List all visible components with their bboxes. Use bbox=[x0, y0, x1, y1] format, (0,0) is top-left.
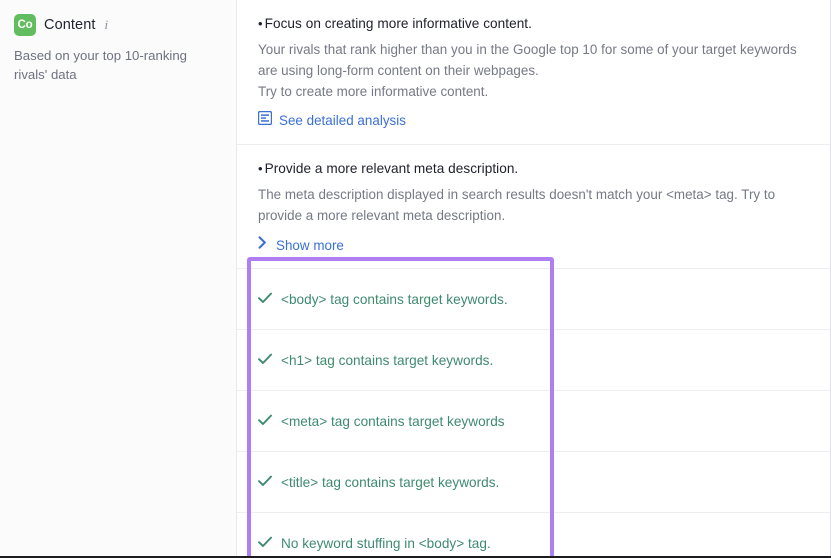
check-label: <h1> tag contains target keywords. bbox=[281, 353, 493, 368]
category-badge: Co bbox=[14, 14, 36, 36]
check-icon bbox=[258, 353, 272, 368]
chevron-right-icon bbox=[258, 236, 267, 254]
issue-description: Your rivals that rank higher than you in… bbox=[258, 39, 808, 102]
issue-description-line-1: The meta description displayed in search… bbox=[258, 187, 775, 223]
passed-checks-list: <body> tag contains target keywords. <h1… bbox=[237, 269, 830, 558]
issue-title-text: Focus on creating more informative conte… bbox=[265, 16, 532, 31]
check-row[interactable]: <h1> tag contains target keywords. bbox=[237, 330, 830, 391]
category-subtitle: Based on your top 10-ranking rivals' dat… bbox=[14, 46, 219, 84]
see-detailed-analysis-label: See detailed analysis bbox=[279, 113, 406, 128]
issue-description: The meta description displayed in search… bbox=[258, 184, 808, 226]
check-row[interactable]: <title> tag contains target keywords. bbox=[237, 452, 830, 513]
category-sidebar: Co Content i Based on your top 10-rankin… bbox=[0, 0, 237, 556]
issue-title-text: Provide a more relevant meta description… bbox=[265, 161, 519, 176]
document-list-icon bbox=[258, 111, 272, 130]
info-icon[interactable]: i bbox=[105, 17, 109, 33]
check-label: No keyword stuffing in <body> tag. bbox=[281, 536, 491, 551]
bullet-icon: • bbox=[258, 16, 265, 31]
issue-block: •Provide a more relevant meta descriptio… bbox=[237, 145, 830, 269]
issue-description-line-1: Your rivals that rank higher than you in… bbox=[258, 42, 797, 78]
check-icon bbox=[258, 414, 272, 429]
check-label: <body> tag contains target keywords. bbox=[281, 292, 508, 307]
check-icon bbox=[258, 292, 272, 307]
check-label: <title> tag contains target keywords. bbox=[281, 475, 499, 490]
see-detailed-analysis-link[interactable]: See detailed analysis bbox=[258, 111, 406, 130]
show-more-label: Show more bbox=[276, 238, 344, 253]
check-icon bbox=[258, 475, 272, 490]
check-row[interactable]: <body> tag contains target keywords. bbox=[237, 269, 830, 330]
category-title: Content bbox=[44, 17, 96, 33]
issues-content-column: •Focus on creating more informative cont… bbox=[237, 0, 831, 556]
show-more-link[interactable]: Show more bbox=[258, 236, 344, 254]
check-icon bbox=[258, 536, 272, 551]
issue-title-row: •Provide a more relevant meta descriptio… bbox=[258, 159, 808, 178]
check-row[interactable]: <meta> tag contains target keywords bbox=[237, 391, 830, 452]
seo-audit-panel: Co Content i Based on your top 10-rankin… bbox=[0, 0, 831, 558]
issue-block: •Focus on creating more informative cont… bbox=[237, 0, 830, 145]
bullet-icon: • bbox=[258, 161, 265, 176]
category-header: Co Content i bbox=[14, 14, 220, 36]
check-label: <meta> tag contains target keywords bbox=[281, 414, 505, 429]
check-row[interactable]: No keyword stuffing in <body> tag. bbox=[237, 513, 830, 558]
issue-description-line-2: Try to create more informative content. bbox=[258, 81, 808, 102]
issue-title-row: •Focus on creating more informative cont… bbox=[258, 14, 808, 33]
